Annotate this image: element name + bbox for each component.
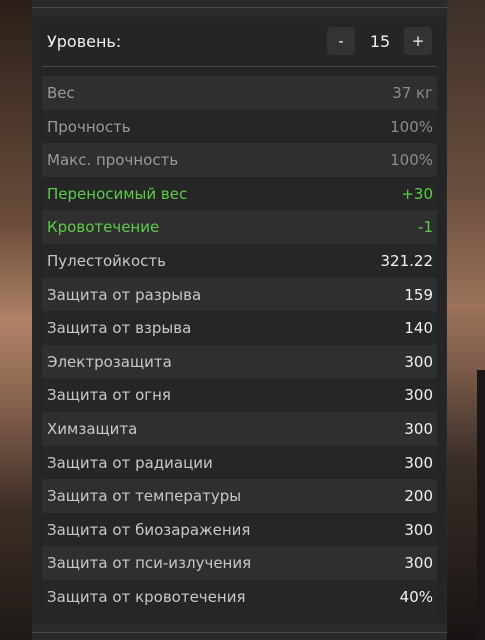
stat-name: Пулестойкость — [47, 251, 166, 270]
stat-value: 300 — [404, 453, 433, 472]
stat-row: Переносимый вес +30 — [42, 176, 437, 211]
stat-value: 200 — [404, 487, 433, 506]
background-left — [0, 0, 32, 640]
level-decrease-button[interactable]: - — [327, 27, 355, 55]
stat-row: Защита от кровотечения 40% — [42, 579, 437, 614]
level-label: Уровень: — [47, 32, 122, 51]
level-increase-button[interactable]: + — [404, 27, 432, 55]
stat-row: Кровотечение -1 — [42, 210, 437, 244]
stat-value: -1 — [418, 218, 433, 237]
stat-value: 321.22 — [380, 251, 434, 270]
stat-name: Электрозащита — [47, 352, 172, 371]
level-value: 15 — [369, 32, 391, 51]
stat-row: Защита от пси-излучения 300 — [42, 546, 437, 580]
stat-row: Защита от взрыва 140 — [42, 311, 437, 345]
stat-value: 159 — [404, 285, 433, 304]
stat-value: +30 — [401, 184, 433, 203]
stat-row: Электрозащита 300 — [42, 344, 437, 379]
stat-value: 40% — [399, 587, 433, 606]
background-tower — [477, 370, 485, 640]
background-right — [447, 0, 485, 640]
stat-value: 300 — [404, 554, 433, 573]
stat-row: Защита от огня 300 — [42, 378, 437, 412]
stat-value: 37 кг — [392, 84, 433, 102]
stat-row: Защита от разрыва 159 — [42, 277, 437, 312]
stat-value: 100% — [390, 117, 433, 136]
stat-name: Защита от огня — [47, 386, 171, 405]
stat-row: Пулестойкость 321.22 — [42, 243, 437, 278]
stat-name: Защита от радиации — [47, 453, 213, 472]
stat-value: 300 — [404, 386, 433, 405]
stat-name: Химзащита — [47, 419, 138, 438]
stats-list: Вес 37 кг Прочность 100% Макс. прочность 100%… — [42, 76, 437, 614]
stat-row: Макс. прочность 100% — [42, 143, 437, 177]
stat-value: 140 — [404, 319, 433, 338]
stat-name: Защита от пси-излучения — [47, 554, 252, 573]
panel-top-divider — [32, 7, 447, 8]
stat-value: 300 — [404, 352, 433, 371]
stat-value: 300 — [404, 520, 433, 539]
stat-row: Химзащита 300 — [42, 411, 437, 446]
stat-row: Защита от биозаражения 300 — [42, 512, 437, 547]
stat-name: Защита от разрыва — [47, 285, 202, 304]
level-selector: Уровень: - 15 + — [33, 17, 446, 67]
stat-name: Защита от кровотечения — [47, 587, 246, 606]
stat-value: 100% — [390, 151, 433, 170]
panel-bottom-divider — [32, 632, 447, 633]
stat-value: 300 — [404, 419, 433, 438]
stat-name: Макс. прочность — [47, 151, 179, 170]
stat-name: Переносимый вес — [47, 184, 188, 203]
stat-row: Вес 37 кг — [42, 76, 437, 110]
stat-name: Защита от биозаражения — [47, 520, 251, 539]
item-stats-panel: Уровень: - 15 + Вес 37 кг Прочность 100% Мак… — [32, 0, 447, 640]
level-divider — [42, 66, 437, 67]
stat-name: Защита от взрыва — [47, 319, 192, 338]
stat-row: Защита от температуры 200 — [42, 479, 437, 513]
stat-row: Прочность 100% — [42, 109, 437, 144]
stat-name: Защита от температуры — [47, 487, 242, 506]
stats-card: Уровень: - 15 + Вес 37 кг Прочность 100% Мак… — [33, 17, 446, 623]
stat-row: Защита от радиации 300 — [42, 445, 437, 480]
stat-name: Вес — [47, 84, 75, 102]
stat-name: Кровотечение — [47, 218, 160, 237]
stat-name: Прочность — [47, 117, 131, 136]
